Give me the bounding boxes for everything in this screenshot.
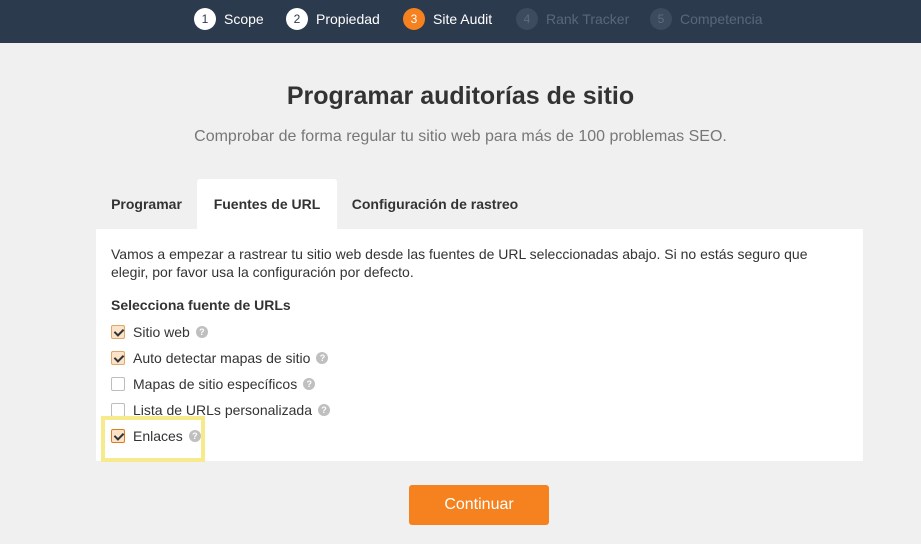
checkbox-auto-detectar-mapas[interactable] — [111, 351, 125, 365]
step-label: Competencia — [680, 11, 763, 27]
step-number: 2 — [286, 8, 308, 30]
step-label: Rank Tracker — [546, 11, 630, 27]
checkbox-lista-urls[interactable] — [111, 403, 125, 417]
step-number: 3 — [403, 8, 425, 30]
help-icon[interactable]: ? — [316, 352, 329, 364]
tab-configuracion-de-rastreo[interactable]: Configuración de rastreo — [337, 179, 533, 229]
help-icon[interactable]: ? — [318, 404, 330, 416]
step-number: 1 — [194, 8, 216, 30]
continue-button[interactable]: Continuar — [409, 485, 549, 525]
option-label: Sitio web — [133, 324, 190, 340]
option-mapas-especificos[interactable]: Mapas de sitio específicos ? — [111, 375, 316, 393]
step-label: Scope — [224, 11, 264, 27]
url-sources-panel: Vamos a empezar a rastrear tu sitio web … — [96, 229, 863, 461]
tab-programar[interactable]: Programar — [96, 179, 197, 229]
step-number: 4 — [516, 8, 538, 30]
checkbox-sitio-web[interactable] — [111, 325, 125, 339]
step-rank-tracker: 4 Rank Tracker — [516, 8, 629, 30]
step-propiedad[interactable]: 2 Propiedad — [286, 8, 380, 30]
highlight-box — [101, 416, 205, 462]
wizard-step-bar: 1 Scope 2 Propiedad 3 Site Audit 4 Rank … — [0, 0, 921, 43]
help-icon[interactable]: ? — [303, 378, 316, 390]
step-label: Site Audit — [433, 11, 493, 27]
step-label: Propiedad — [316, 11, 380, 27]
step-scope[interactable]: 1 Scope — [194, 8, 264, 30]
section-title: Selecciona fuente de URLs — [111, 297, 291, 313]
page-subtitle: Comprobar de forma regular tu sitio web … — [194, 128, 727, 145]
tab-fuentes-de-url[interactable]: Fuentes de URL — [197, 179, 337, 229]
panel-intro-text: Vamos a empezar a rastrear tu sitio web … — [111, 246, 808, 280]
step-competencia: 5 Competencia — [650, 8, 763, 30]
option-label: Mapas de sitio específicos — [133, 376, 298, 392]
option-label: Auto detectar mapas de sitio — [133, 350, 311, 366]
option-sitio-web[interactable]: Sitio web ? — [111, 323, 208, 341]
checkbox-mapas-especificos[interactable] — [111, 377, 125, 391]
option-auto-detectar-mapas[interactable]: Auto detectar mapas de sitio ? — [111, 349, 329, 367]
step-site-audit[interactable]: 3 Site Audit — [403, 8, 492, 30]
step-number: 5 — [650, 8, 672, 30]
help-icon[interactable]: ? — [195, 326, 208, 338]
page-title: Programar auditorías de sitio — [286, 82, 635, 110]
